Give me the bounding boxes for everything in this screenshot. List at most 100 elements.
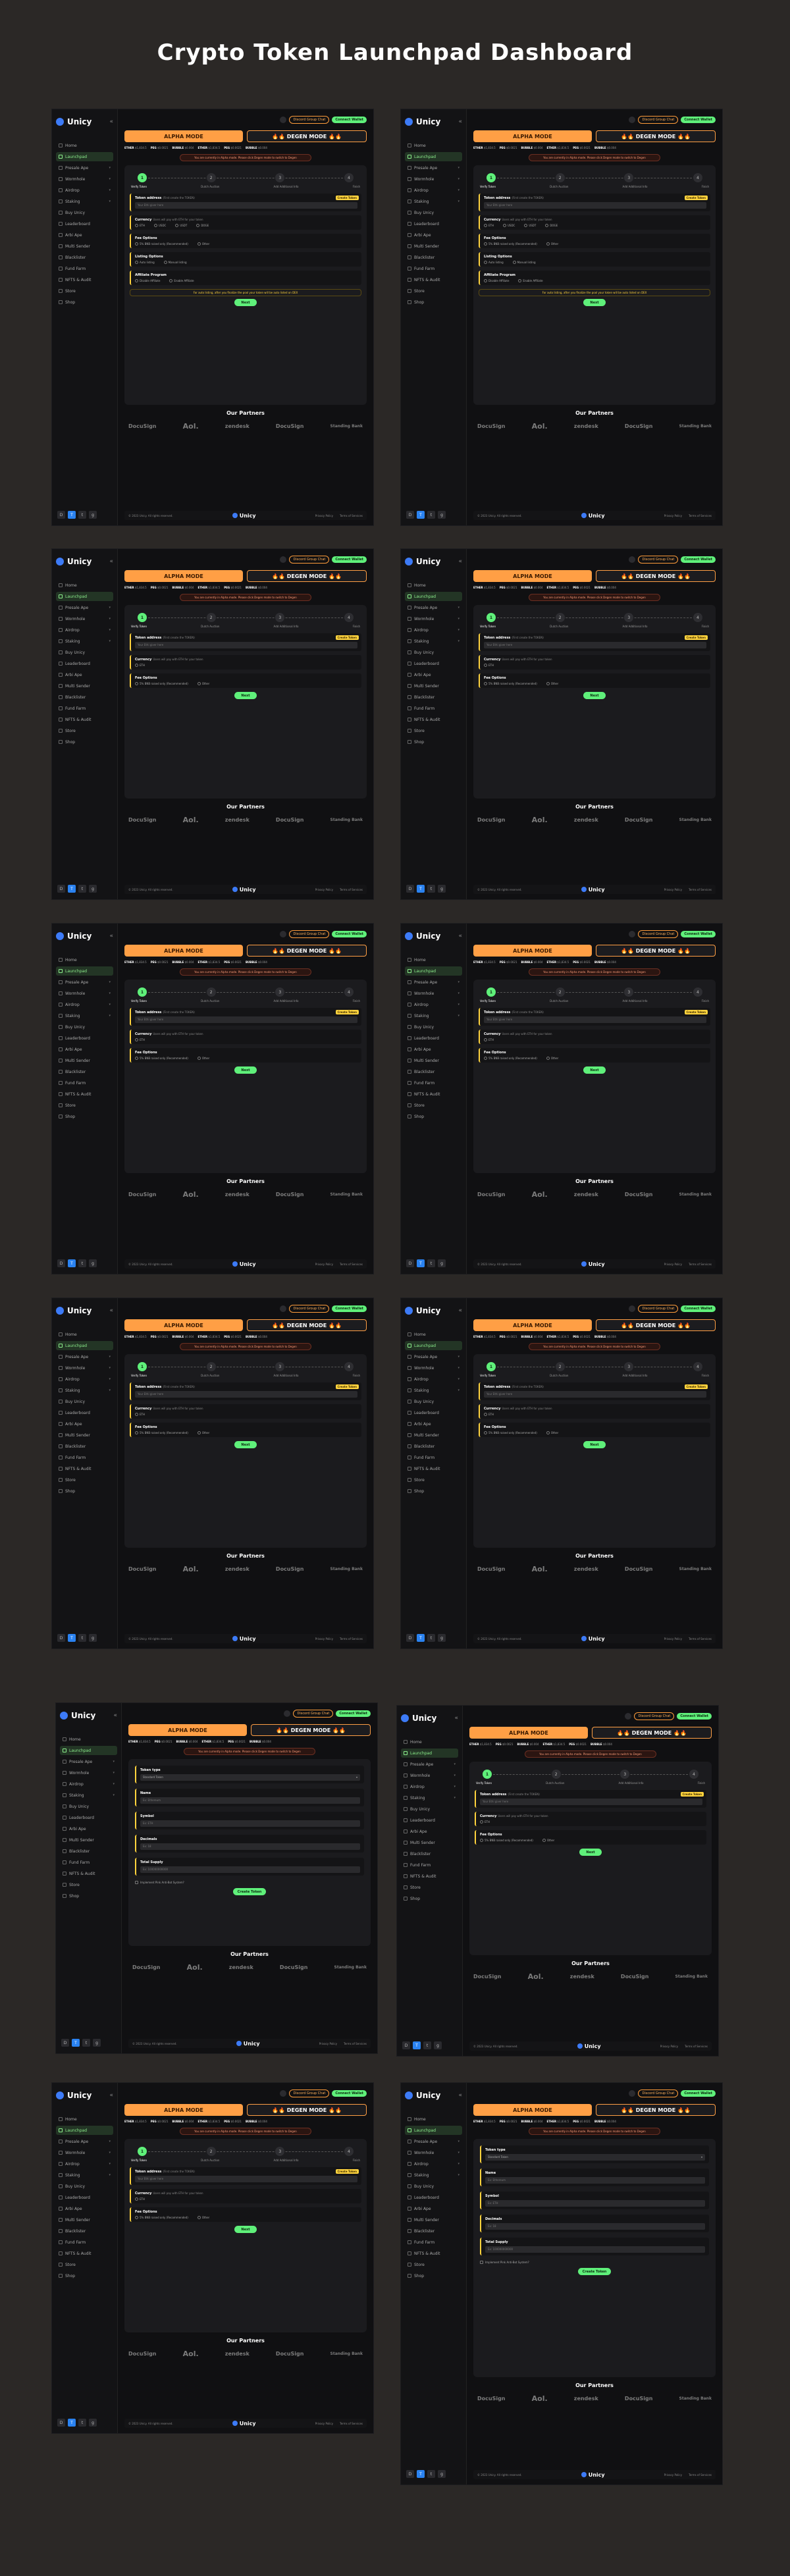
notification-icon[interactable] <box>625 1713 632 1720</box>
radio-option[interactable]: Auto listing <box>135 261 155 264</box>
sidebar-item[interactable]: Presale Ape ▾ <box>405 163 462 172</box>
discord-button[interactable]: Discord Group Chat <box>638 556 679 564</box>
sidebar-item[interactable]: Leaderboard <box>56 1408 113 1417</box>
step-indicator[interactable]: 1 <box>138 1362 147 1371</box>
next-button[interactable]: Next <box>234 299 257 306</box>
sidebar-item[interactable]: Shop <box>56 1112 113 1121</box>
connect-wallet-button[interactable]: Connect Wallet <box>681 117 716 123</box>
radio-option[interactable]: 5% BNB raised only (Recommended) <box>484 682 537 685</box>
sidebar-item[interactable]: Buy Unicy <box>405 1022 462 1032</box>
sidebar-item[interactable]: Presale Ape ▾ <box>56 603 113 612</box>
sidebar-item[interactable]: Shop <box>56 298 113 307</box>
sidebar-item[interactable]: Leaderboard <box>56 2193 113 2202</box>
degen-mode-button[interactable]: 🔥🔥 DEGEN MODE 🔥🔥 <box>247 130 367 142</box>
radio-option[interactable]: ETH <box>484 224 494 227</box>
discord-button[interactable]: Discord Group Chat <box>638 930 679 938</box>
radio-option[interactable]: 5% BNB raised only (Recommended) <box>480 1839 533 1842</box>
sidebar-item[interactable]: Home <box>405 141 462 150</box>
sidebar-item[interactable]: Buy Unicy <box>405 208 462 217</box>
sidebar-item[interactable]: Home <box>56 581 113 590</box>
next-button[interactable]: Next <box>234 692 257 699</box>
sidebar-item[interactable]: Store <box>56 2260 113 2269</box>
radio-icon[interactable] <box>135 2216 138 2219</box>
step-indicator[interactable]: 3 <box>275 613 285 622</box>
chevrons-left-icon[interactable]: « <box>109 118 113 125</box>
token-address-input[interactable]: Your Ethi giver here <box>135 202 357 209</box>
alpha-mode-button[interactable]: ALPHA MODE <box>124 2104 243 2116</box>
sidebar-item[interactable]: Shop <box>405 1112 462 1121</box>
discord-button[interactable]: Discord Group Chat <box>289 2090 330 2097</box>
discord-icon[interactable]: D <box>57 511 65 519</box>
telegram-icon[interactable]: T <box>417 1634 425 1642</box>
sidebar-item[interactable]: Wormhole ▾ <box>56 989 113 998</box>
alpha-mode-button[interactable]: ALPHA MODE <box>473 130 592 142</box>
twitter-icon[interactable]: t <box>82 2039 90 2047</box>
telegram-icon[interactable]: T <box>68 1634 76 1642</box>
radio-option[interactable]: Disable Affiliate <box>484 279 509 282</box>
radio-icon[interactable] <box>135 1413 138 1416</box>
sidebar-item[interactable]: Staking ▾ <box>60 1791 117 1800</box>
sidebar-item[interactable]: Multi Sender <box>56 242 113 251</box>
radio-option[interactable]: Other <box>197 682 209 685</box>
radio-option[interactable]: USDC <box>502 224 515 227</box>
sidebar-item[interactable]: Buy Unicy <box>56 1397 113 1406</box>
token-address-input[interactable]: Your Ethi giver here <box>484 202 706 209</box>
privacy-link[interactable]: Privacy Policy <box>319 2042 337 2045</box>
telegram-icon[interactable]: T <box>68 1259 76 1267</box>
radio-icon[interactable] <box>135 224 138 227</box>
step-indicator[interactable]: 4 <box>693 613 702 622</box>
telegram-icon[interactable]: T <box>68 511 76 519</box>
radio-icon[interactable] <box>153 224 157 227</box>
chevrons-left-icon[interactable]: « <box>458 118 462 125</box>
terms-link[interactable]: Terms of Services <box>689 2473 712 2477</box>
step-indicator[interactable]: 2 <box>206 173 216 182</box>
token-address-input[interactable]: Your Ethi giver here <box>480 1799 702 1805</box>
step-indicator[interactable]: 2 <box>206 613 216 622</box>
radio-icon[interactable] <box>484 1038 487 1041</box>
telegram-icon[interactable]: T <box>417 511 425 519</box>
github-icon[interactable]: g <box>434 2041 442 2049</box>
sidebar-item[interactable]: Airdrop ▾ <box>405 1000 462 1009</box>
sidebar-item[interactable]: Staking ▾ <box>405 197 462 206</box>
twitter-icon[interactable]: t <box>427 885 435 893</box>
notification-icon[interactable] <box>280 556 287 563</box>
radio-icon[interactable] <box>484 664 487 667</box>
step-indicator[interactable]: 2 <box>206 1362 216 1371</box>
footer-logo[interactable]: Unicy <box>581 513 605 519</box>
sidebar-item[interactable]: Blacklister <box>56 1442 113 1451</box>
sidebar-item[interactable]: Leaderboard <box>405 1034 462 1043</box>
degen-mode-button[interactable]: 🔥🔥 DEGEN MODE 🔥🔥 <box>251 1724 371 1736</box>
create-token-button[interactable]: Create Token <box>233 1888 266 1895</box>
app-logo[interactable]: Unicy « <box>56 556 113 567</box>
radio-option[interactable]: ETH <box>480 1820 490 1824</box>
sidebar-item[interactable]: Buy Unicy <box>56 2182 113 2191</box>
sidebar-item[interactable]: Leaderboard <box>56 659 113 668</box>
sidebar-item[interactable]: Staking ▾ <box>56 2170 113 2180</box>
radio-icon[interactable] <box>484 261 487 264</box>
sidebar-item[interactable]: Launchpad <box>405 1341 462 1350</box>
alpha-mode-button[interactable]: ALPHA MODE <box>473 945 592 957</box>
sidebar-item[interactable]: Blacklister <box>405 1067 462 1076</box>
sidebar-item[interactable]: NFTS & Audit <box>405 1464 462 1473</box>
step-indicator[interactable]: 4 <box>693 173 702 182</box>
radio-icon[interactable] <box>480 1839 483 1842</box>
sidebar-item[interactable]: Wormhole ▾ <box>56 174 113 184</box>
privacy-link[interactable]: Privacy Policy <box>664 514 682 517</box>
radio-option[interactable]: ETH <box>135 2197 145 2201</box>
privacy-link[interactable]: Privacy Policy <box>660 2045 678 2048</box>
sidebar-item[interactable]: Blacklister <box>56 253 113 262</box>
sidebar-item[interactable]: Buy Unicy <box>405 648 462 657</box>
footer-logo[interactable]: Unicy <box>581 887 605 893</box>
sidebar-item[interactable]: NFTS & Audit <box>56 1090 113 1099</box>
step-indicator[interactable]: 3 <box>275 173 285 182</box>
anti-bot-checkbox[interactable]: Implement Pink Anti-Bot System? <box>480 2261 709 2264</box>
radio-icon[interactable] <box>175 224 179 227</box>
app-logo[interactable]: Unicy « <box>56 116 113 128</box>
radio-option[interactable]: Enable Affiliate <box>518 279 543 282</box>
next-button[interactable]: Next <box>583 692 606 699</box>
discord-button[interactable]: Discord Group Chat <box>289 556 330 564</box>
radio-icon[interactable] <box>546 682 550 685</box>
next-button[interactable]: Next <box>234 1441 257 1448</box>
sidebar-item[interactable]: Fund Farm <box>56 1453 113 1462</box>
step-indicator[interactable]: 1 <box>138 2147 147 2156</box>
